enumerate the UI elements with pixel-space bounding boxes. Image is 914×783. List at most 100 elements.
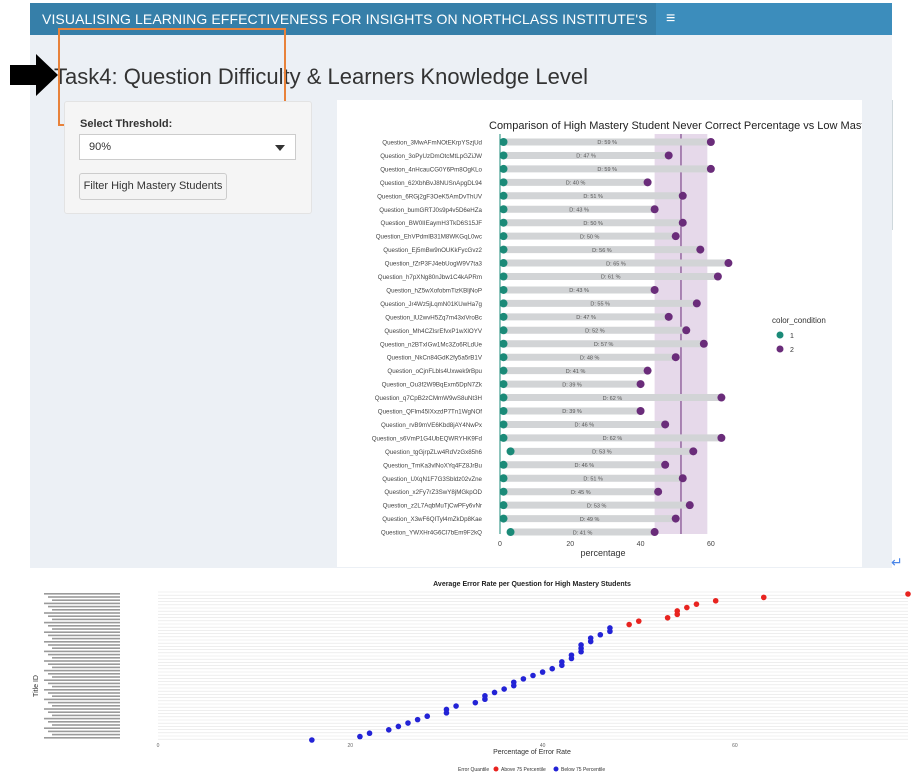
point-below <box>309 737 315 743</box>
chart-title: Comparison of High Mastery Student Never… <box>489 120 862 132</box>
y-tick-label-blur <box>48 663 120 665</box>
y-tick-label: Question_q7CpB2zCMmW9wS8uNt3H <box>375 395 482 402</box>
point-series-1 <box>499 407 508 415</box>
annotation-arrow-icon <box>10 54 58 96</box>
threshold-select[interactable]: 90% <box>79 134 296 160</box>
point-series-1 <box>499 380 508 389</box>
point-below <box>520 676 527 682</box>
point-below <box>424 713 431 720</box>
point-below <box>357 733 363 740</box>
point-series-2 <box>636 407 645 415</box>
point-series-1 <box>499 312 508 321</box>
chart2-x-tick-label: 20 <box>348 743 354 749</box>
y-tick-label-blur <box>52 714 120 717</box>
y-tick-label-blur <box>52 628 120 630</box>
diff-label: D: 46 % <box>575 423 595 429</box>
y-tick-label-blur <box>44 621 120 624</box>
point-series-1 <box>499 393 508 402</box>
filter-button[interactable]: Filter High Mastery Students <box>79 173 227 200</box>
point-below <box>395 723 402 730</box>
y-tick-label: Question_EhVPdmlB31M8WKGqL0wc <box>376 234 482 241</box>
point-below <box>482 696 488 703</box>
y-tick-label: Question_fZrP3FJ4ebUogW9V7ta3 <box>385 261 483 268</box>
y-tick-label-blur <box>44 698 120 701</box>
point-series-2 <box>706 138 715 146</box>
diff-label: D: 59 % <box>597 140 617 146</box>
y-tick-label-blur <box>44 669 120 672</box>
threshold-value: 90% <box>89 141 112 153</box>
y-tick-label-blur <box>44 679 120 681</box>
diff-label: D: 53 % <box>587 503 607 509</box>
y-tick-label-blur <box>52 618 120 621</box>
y-tick-label-blur <box>44 612 120 614</box>
point-below <box>549 665 556 672</box>
point-series-2 <box>643 178 652 187</box>
return-arrow-icon: ↵ <box>891 554 903 570</box>
error-rate-chart: Average Error Rate per Question for High… <box>33 581 911 773</box>
y-tick-label-blur <box>52 705 120 707</box>
point-series-2 <box>713 272 722 281</box>
y-tick-label: Question_62XbhBvJ8NUSnApgDL94 <box>380 180 483 187</box>
point-series-2 <box>706 164 715 173</box>
legend: color_condition 1 2 <box>772 316 826 354</box>
point-series-1 <box>499 299 508 308</box>
point-series-2 <box>696 245 705 254</box>
y-tick-label-blur <box>48 625 120 627</box>
point-below <box>510 682 517 689</box>
y-tick-label: Question_oCjnFLbls4Uxwek9rBpu <box>387 368 482 375</box>
point-series-2 <box>717 433 726 442</box>
y-tick-label: Question_h7pXNg80nJbw1C4kAPRm <box>378 274 482 281</box>
point-series-1 <box>499 285 508 294</box>
legend-entry-2: 2 <box>790 347 794 354</box>
diff-label: D: 48 % <box>580 355 600 361</box>
y-tick-label-blur <box>48 730 120 733</box>
diff-label: D: 40 % <box>566 181 586 187</box>
diff-label: D: 41 % <box>566 369 586 375</box>
diff-label: D: 50 % <box>580 234 600 240</box>
y-tick-label-blur <box>48 692 120 694</box>
point-series-1 <box>499 353 508 362</box>
legend-title: color_condition <box>772 316 826 325</box>
y-tick-label-blur <box>48 653 120 656</box>
y-tick-label: Question_z2L7AqbMuTjCwPFy6vNr <box>383 503 482 510</box>
point-series-2 <box>671 232 680 241</box>
point-series-1 <box>499 433 508 442</box>
chart2-legend-title: Error Quantile <box>458 767 489 773</box>
diff-label: D: 62 % <box>603 396 623 402</box>
point-series-2 <box>661 460 670 469</box>
point-below <box>414 716 421 723</box>
y-tick-label-blur <box>48 634 120 637</box>
point-series-2 <box>664 312 673 321</box>
hamburger-icon[interactable]: ≡ <box>666 11 680 27</box>
diff-label: D: 52 % <box>585 329 605 335</box>
point-below <box>539 669 546 675</box>
y-tick-label: Question_Ou3f2W9BqExm5DpN7Zk <box>382 382 483 389</box>
point-above <box>635 618 642 624</box>
y-tick-label-blur <box>44 650 120 653</box>
point-series-1 <box>499 487 508 496</box>
x-tick-label: 60 <box>707 541 715 548</box>
point-series-2 <box>664 151 673 160</box>
y-tick-label-blur <box>48 615 120 617</box>
point-series-2 <box>671 353 680 362</box>
y-tick-label-blur <box>44 717 120 720</box>
point-below <box>597 631 604 638</box>
point-above <box>693 601 700 607</box>
point-above <box>760 594 767 601</box>
diff-label: D: 56 % <box>592 248 612 254</box>
point-series-1 <box>499 420 508 429</box>
chart2-legend-below: Below 75 Percentile <box>561 767 605 773</box>
diff-label: D: 50 % <box>583 221 603 227</box>
diff-label: D: 62 % <box>603 436 623 442</box>
point-series-2 <box>692 299 701 308</box>
point-series-1 <box>499 259 508 268</box>
y-tick-label-blur <box>52 733 120 736</box>
point-below <box>568 655 575 662</box>
diff-label: D: 55 % <box>590 302 610 308</box>
error-rate-chart-panel: Average Error Rate per Question for High… <box>30 578 912 778</box>
point-series-1 <box>499 178 508 187</box>
y-tick-label: Question_X3wF6QITyl4mZkDp8Kae <box>382 516 482 523</box>
diff-label: D: 65 % <box>606 261 626 267</box>
y-tick-label-blur <box>52 695 120 697</box>
point-series-1 <box>499 205 508 214</box>
